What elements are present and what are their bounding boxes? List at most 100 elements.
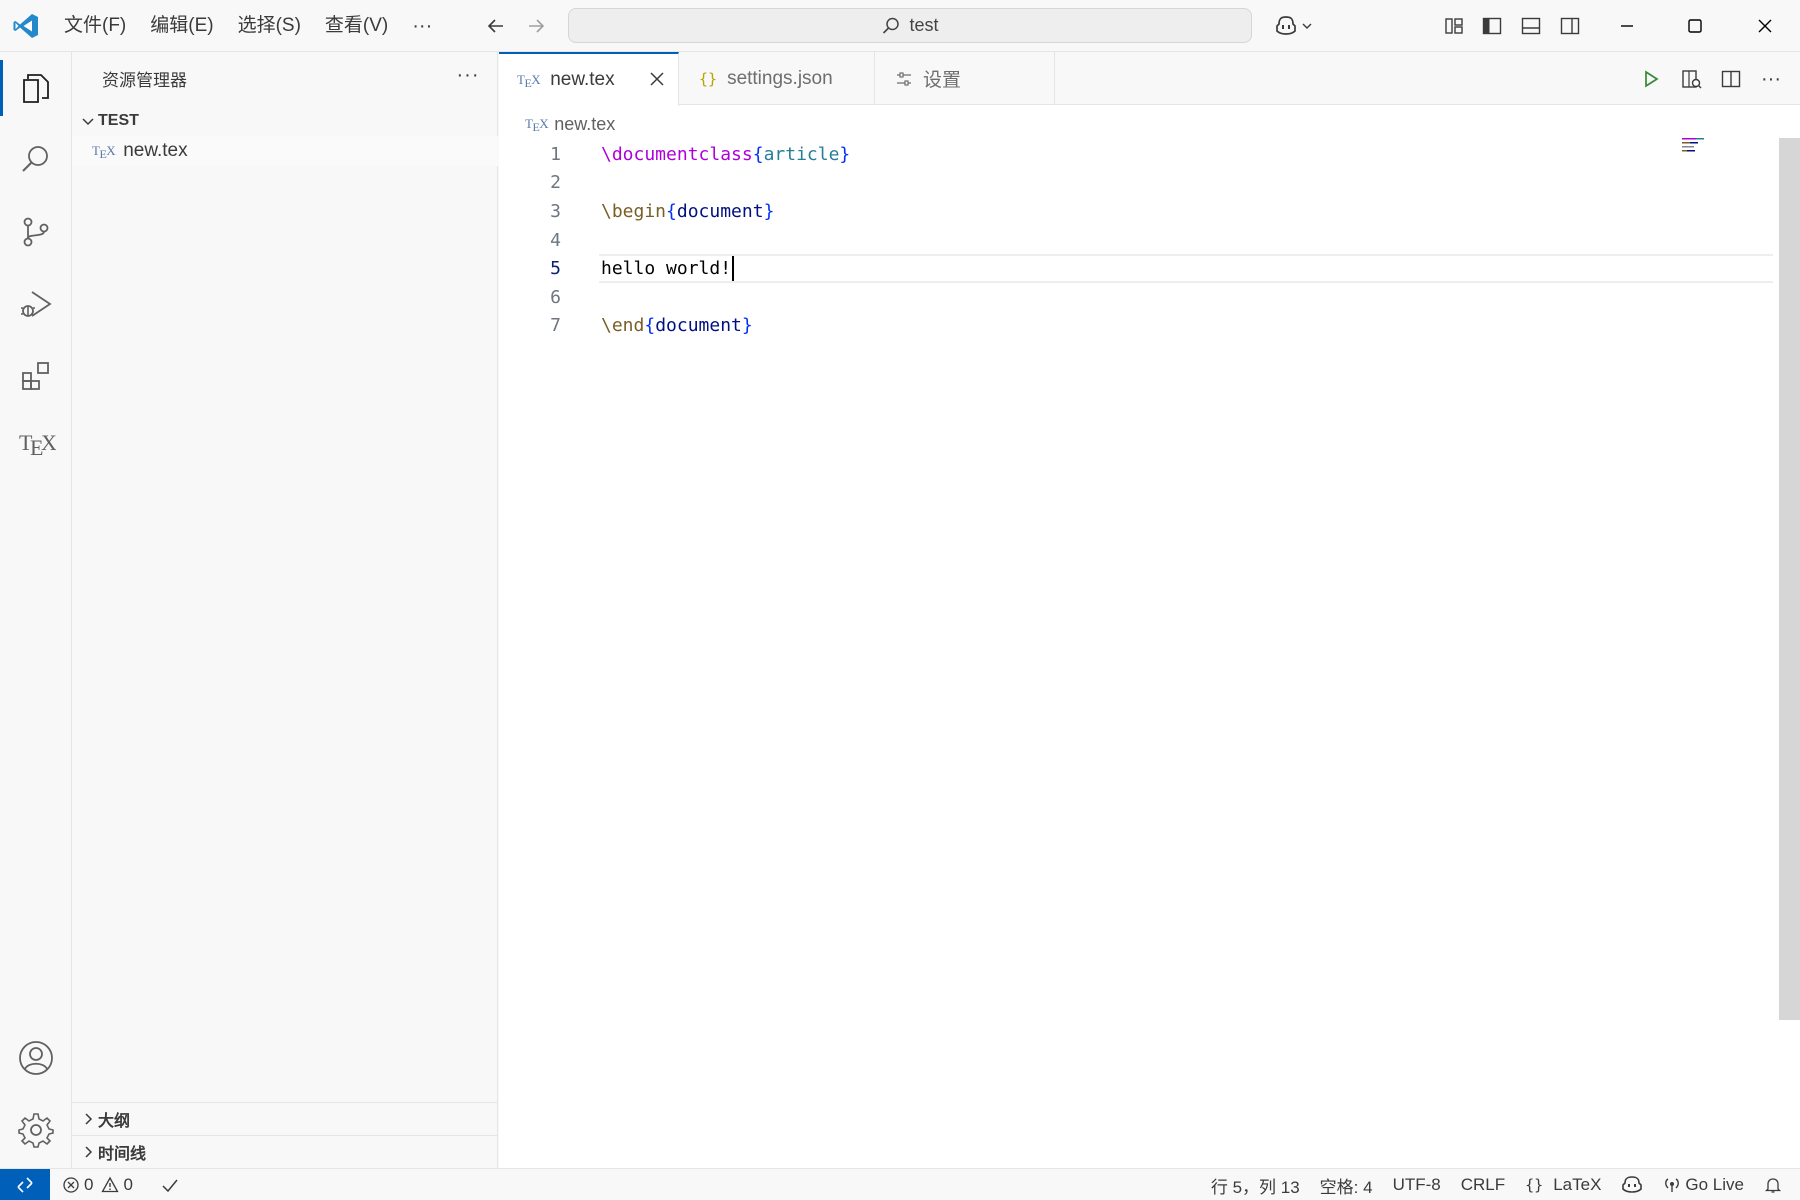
status-bar-right: 行 5，列 13 空格: 4 UTF-8 CRLF {} LaTeX Go Li… bbox=[1201, 1169, 1792, 1200]
tab-settings-json[interactable]: {} settings.json bbox=[679, 52, 875, 105]
remote-window-button[interactable] bbox=[0, 1168, 50, 1200]
minimize-icon bbox=[1621, 25, 1633, 27]
toggle-panel-icon[interactable] bbox=[1513, 8, 1549, 44]
problems-indicator[interactable]: 0 0 bbox=[50, 1169, 143, 1200]
command-center-search[interactable]: test bbox=[568, 8, 1252, 43]
copilot-status[interactable] bbox=[1611, 1169, 1653, 1200]
status-bar: 0 0 行 5，列 13 空格: 4 UTF-8 CRLF {} LaTeX G… bbox=[0, 1168, 1800, 1200]
maximize-button[interactable] bbox=[1660, 0, 1730, 52]
language-label: LaTeX bbox=[1553, 1175, 1602, 1194]
command-center-text: test bbox=[909, 15, 939, 35]
check-icon bbox=[162, 1179, 178, 1192]
split-editor-icon[interactable] bbox=[1714, 62, 1748, 96]
menu-bar: 文件(F) 编辑(E) 选择(S) 查看(V) ··· bbox=[52, 0, 444, 52]
text-cursor bbox=[732, 255, 735, 282]
error-count: 0 bbox=[84, 1174, 94, 1194]
line-number: 7 bbox=[550, 315, 561, 337]
go-live-button[interactable]: Go Live bbox=[1653, 1169, 1754, 1200]
back-arrow-icon[interactable] bbox=[478, 8, 514, 44]
build-status-check[interactable] bbox=[143, 1169, 189, 1200]
toggle-secondary-sidebar-icon[interactable] bbox=[1552, 8, 1588, 44]
braces-icon: {} bbox=[1525, 1176, 1544, 1194]
code-line[interactable]: 7 \end{document} bbox=[499, 312, 1749, 341]
extensions-icon[interactable] bbox=[0, 340, 72, 412]
copilot-icon[interactable] bbox=[1270, 8, 1318, 44]
menu-more[interactable]: ··· bbox=[400, 8, 444, 44]
sidebar-more-actions-button[interactable]: ··· bbox=[453, 60, 483, 90]
breadcrumb: TEX new.tex bbox=[525, 111, 615, 137]
menu-edit[interactable]: 编辑(E) bbox=[138, 8, 225, 44]
breadcrumb-file[interactable]: new.tex bbox=[554, 114, 615, 135]
close-icon bbox=[1758, 19, 1772, 33]
forward-arrow-icon[interactable] bbox=[518, 8, 554, 44]
run-play-icon[interactable] bbox=[1634, 62, 1668, 96]
search-icon bbox=[881, 16, 901, 36]
folder-name: TEST bbox=[98, 112, 139, 129]
code-editor[interactable]: 1 \documentclass{article} 2 3 \begin{doc… bbox=[499, 140, 1773, 341]
vscode-logo-icon bbox=[12, 12, 40, 40]
cursor-position[interactable]: 行 5，列 13 bbox=[1201, 1169, 1310, 1200]
chevron-down-icon bbox=[72, 113, 98, 129]
run-and-debug-icon[interactable] bbox=[0, 268, 72, 340]
tab-settings[interactable]: 设置 bbox=[875, 52, 1055, 105]
sidebar-title: 资源管理器 bbox=[102, 71, 187, 90]
file-name: new.tex bbox=[123, 140, 188, 161]
line-content: \documentclass{article} bbox=[601, 143, 851, 165]
end-of-line[interactable]: CRLF bbox=[1451, 1169, 1515, 1200]
code-line[interactable]: 6 bbox=[499, 283, 1749, 312]
manage-gear-icon[interactable] bbox=[0, 1094, 72, 1166]
copilot-icon bbox=[1622, 1176, 1643, 1193]
accounts-icon[interactable] bbox=[0, 1022, 72, 1094]
source-control-icon[interactable] bbox=[0, 196, 72, 268]
warning-icon bbox=[101, 1176, 120, 1192]
menu-view[interactable]: 查看(V) bbox=[313, 8, 400, 44]
tab-new-tex[interactable]: TEX new.tex bbox=[499, 52, 679, 106]
bell-icon bbox=[1764, 1178, 1782, 1193]
file-item-new-tex[interactable]: TEX new.tex bbox=[72, 136, 498, 166]
line-number: 4 bbox=[550, 229, 561, 251]
customize-layout-icon[interactable] bbox=[1436, 8, 1472, 44]
search-icon[interactable] bbox=[0, 124, 72, 196]
menu-file[interactable]: 文件(F) bbox=[52, 8, 138, 44]
error-icon bbox=[63, 1176, 79, 1193]
activity-bar: TEX bbox=[0, 52, 72, 1168]
encoding[interactable]: UTF-8 bbox=[1383, 1169, 1451, 1200]
toggle-primary-sidebar-icon[interactable] bbox=[1474, 8, 1510, 44]
timeline-section[interactable]: 时间线 bbox=[72, 1135, 498, 1168]
title-bar: 文件(F) 编辑(E) 选择(S) 查看(V) ··· test bbox=[0, 0, 1800, 52]
line-content: \end{document} bbox=[601, 315, 753, 337]
line-content: hello world! bbox=[601, 255, 735, 282]
json-file-icon: {} bbox=[699, 69, 718, 88]
line-number: 3 bbox=[550, 200, 561, 222]
tex-workshop-icon[interactable]: TEX bbox=[0, 408, 72, 480]
code-line-current[interactable]: 5 hello world! bbox=[499, 254, 1773, 283]
folder-section-test[interactable]: TEST bbox=[72, 106, 498, 136]
chevron-right-icon bbox=[72, 1144, 98, 1160]
minimap[interactable] bbox=[1682, 136, 1722, 176]
vertical-scrollbar[interactable] bbox=[1779, 138, 1800, 1020]
view-latex-pdf-icon[interactable] bbox=[1674, 62, 1708, 96]
language-mode[interactable]: {} LaTeX bbox=[1515, 1169, 1611, 1200]
editor-tabs: TEX new.tex {} settings.json 设置 ··· bbox=[499, 52, 1800, 106]
code-line[interactable]: 2 bbox=[499, 169, 1749, 198]
tex-file-icon: TEX bbox=[92, 143, 116, 161]
indentation[interactable]: 空格: 4 bbox=[1310, 1169, 1383, 1200]
more-actions-icon[interactable]: ··· bbox=[1754, 62, 1788, 96]
code-line[interactable]: 1 \documentclass{article} bbox=[499, 140, 1749, 169]
remote-icon bbox=[17, 1176, 33, 1193]
close-tab-icon[interactable] bbox=[648, 70, 666, 88]
settings-sliders-icon bbox=[895, 70, 913, 88]
explorer-icon[interactable] bbox=[0, 52, 72, 124]
menu-selection[interactable]: 选择(S) bbox=[226, 8, 313, 44]
close-window-button[interactable] bbox=[1730, 0, 1800, 52]
code-line[interactable]: 4 bbox=[499, 226, 1749, 255]
editor-actions: ··· bbox=[1634, 62, 1788, 96]
warning-count: 0 bbox=[123, 1174, 133, 1194]
broadcast-icon bbox=[1665, 1178, 1680, 1192]
line-number: 6 bbox=[550, 286, 561, 308]
code-line[interactable]: 3 \begin{document} bbox=[499, 197, 1749, 226]
minimize-button[interactable] bbox=[1592, 0, 1662, 52]
outline-section[interactable]: 大纲 bbox=[72, 1102, 498, 1135]
tex-file-icon: TEX bbox=[525, 116, 549, 134]
notifications-bell[interactable] bbox=[1754, 1169, 1792, 1200]
